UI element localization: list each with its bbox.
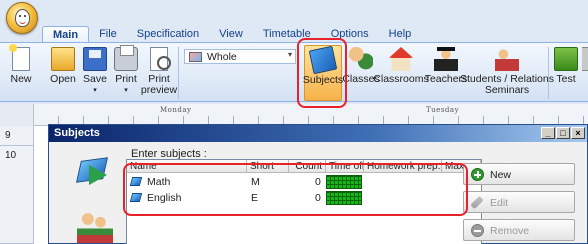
view-select-value: Whole bbox=[207, 51, 237, 63]
folder-open-icon bbox=[51, 47, 75, 71]
print-preview-button[interactable]: Print preview bbox=[140, 45, 178, 101]
new-subject-button[interactable]: New bbox=[463, 163, 575, 185]
more-button[interactable] bbox=[582, 45, 588, 101]
subject-name: Math bbox=[147, 176, 171, 188]
print-button[interactable]: Print ▾ bbox=[112, 45, 140, 101]
subject-name: English bbox=[147, 192, 182, 204]
subjects-book-arrow-icon bbox=[75, 155, 115, 191]
ribbon-tabs: Main File Specification View Timetable O… bbox=[42, 26, 421, 43]
students-icon bbox=[495, 47, 519, 71]
print-button-label: Print bbox=[115, 73, 137, 85]
subject-book-icon bbox=[129, 193, 143, 202]
window-buttons: _ □ × bbox=[541, 127, 585, 139]
subjects-button[interactable]: Subjects bbox=[302, 45, 344, 101]
time-off-grid[interactable] bbox=[326, 191, 362, 205]
view-select[interactable]: Whole ▾ bbox=[184, 49, 296, 64]
classroom-house-icon bbox=[389, 47, 413, 71]
tab-timetable[interactable]: Timetable bbox=[253, 26, 321, 43]
chevron-down-icon: ▾ bbox=[93, 87, 97, 94]
test-check-icon bbox=[554, 47, 578, 71]
subject-short: M bbox=[251, 176, 260, 188]
save-button-label: Save bbox=[83, 73, 107, 85]
pencil-icon bbox=[470, 195, 484, 210]
row-header-9: 9 bbox=[0, 126, 34, 146]
plus-icon bbox=[471, 168, 484, 181]
subjects-button-label: Subjects bbox=[302, 74, 344, 86]
edit-subject-button[interactable]: Edit bbox=[463, 191, 575, 213]
remove-subject-button[interactable]: Remove bbox=[463, 219, 575, 241]
column-header-time-off[interactable]: Time off bbox=[326, 160, 364, 173]
classrooms-button[interactable]: Classrooms bbox=[373, 45, 429, 101]
printer-icon bbox=[114, 45, 138, 71]
students-group-icon bbox=[77, 211, 113, 243]
new-button-label: New bbox=[10, 73, 32, 85]
dialog-title: Subjects bbox=[54, 127, 100, 139]
view-icon bbox=[189, 52, 202, 62]
tab-specification[interactable]: Specification bbox=[127, 26, 209, 43]
time-off-grid[interactable] bbox=[326, 175, 362, 189]
print-preview-label-2: preview bbox=[140, 84, 178, 96]
minus-icon bbox=[471, 224, 484, 237]
timetable-corner bbox=[0, 104, 34, 126]
subject-count: 0 bbox=[315, 192, 321, 204]
maximize-button[interactable]: □ bbox=[556, 127, 570, 139]
open-button[interactable]: Open bbox=[48, 45, 78, 101]
classes-group-icon bbox=[349, 47, 373, 71]
new-button[interactable]: New bbox=[8, 44, 34, 101]
ribbon-toolbar: New Open Save ▾ Print ▾ Print preview Wh… bbox=[0, 42, 588, 102]
teacher-graduate-icon bbox=[434, 47, 458, 71]
new-document-icon bbox=[9, 44, 30, 71]
test-button-label: Test bbox=[556, 73, 576, 85]
dialog-titlebar[interactable]: Subjects _ □ × bbox=[49, 125, 587, 142]
minimize-button[interactable]: _ bbox=[541, 127, 555, 139]
column-header-short[interactable]: Short bbox=[247, 160, 289, 173]
subjects-book-icon bbox=[308, 45, 338, 75]
classrooms-button-label: Classrooms bbox=[373, 73, 429, 85]
print-preview-icon bbox=[150, 47, 171, 71]
open-button-label: Open bbox=[50, 73, 76, 85]
ribbon-separator bbox=[178, 47, 179, 99]
app-window: Main File Specification View Timetable O… bbox=[0, 0, 588, 244]
tab-view[interactable]: View bbox=[209, 26, 253, 43]
tab-options[interactable]: Options bbox=[321, 26, 379, 43]
floppy-disk-icon bbox=[83, 47, 107, 71]
subject-count: 0 bbox=[315, 176, 321, 188]
tab-main[interactable]: Main bbox=[42, 26, 90, 43]
ribbon-separator bbox=[548, 47, 549, 99]
column-header-name[interactable]: Name bbox=[127, 160, 247, 173]
remove-subject-label: Remove bbox=[490, 225, 530, 237]
edit-subject-label: Edit bbox=[490, 197, 509, 209]
close-button[interactable]: × bbox=[571, 127, 585, 139]
table-row[interactable]: English E 0 bbox=[127, 190, 481, 206]
chevron-down-icon: ▾ bbox=[287, 50, 292, 59]
table-row[interactable]: Math M 0 bbox=[127, 174, 481, 190]
save-button[interactable]: Save ▾ bbox=[82, 45, 108, 101]
column-header-homework[interactable]: Homework prep... bbox=[364, 160, 442, 173]
app-menu-button[interactable] bbox=[6, 2, 38, 34]
row-header-10: 10 bbox=[0, 146, 34, 244]
chevron-down-icon: ▾ bbox=[124, 87, 128, 94]
column-header-count[interactable]: Count bbox=[289, 160, 326, 173]
tab-file[interactable]: File bbox=[89, 26, 127, 43]
day-label-tuesday: Tuesday bbox=[426, 106, 460, 114]
subjects-dialog: Subjects _ □ × Enter subjects : Name Sho… bbox=[48, 124, 588, 244]
students-relations-button[interactable]: Students / Relations Seminars bbox=[460, 45, 554, 101]
test-button[interactable]: Test bbox=[552, 45, 580, 101]
students-button-label-2: Seminars bbox=[484, 84, 530, 96]
subject-book-icon bbox=[129, 177, 143, 186]
smiley-logo-icon bbox=[15, 9, 30, 27]
subject-short: E bbox=[251, 192, 259, 204]
tab-help[interactable]: Help bbox=[379, 26, 422, 43]
more-icon bbox=[582, 47, 588, 71]
subjects-table[interactable]: Name Short Count Time off Homework prep.… bbox=[126, 159, 482, 244]
day-label-monday: Monday bbox=[160, 106, 192, 114]
timetable-header: Monday Tuesday bbox=[0, 104, 588, 126]
new-subject-label: New bbox=[490, 169, 512, 181]
